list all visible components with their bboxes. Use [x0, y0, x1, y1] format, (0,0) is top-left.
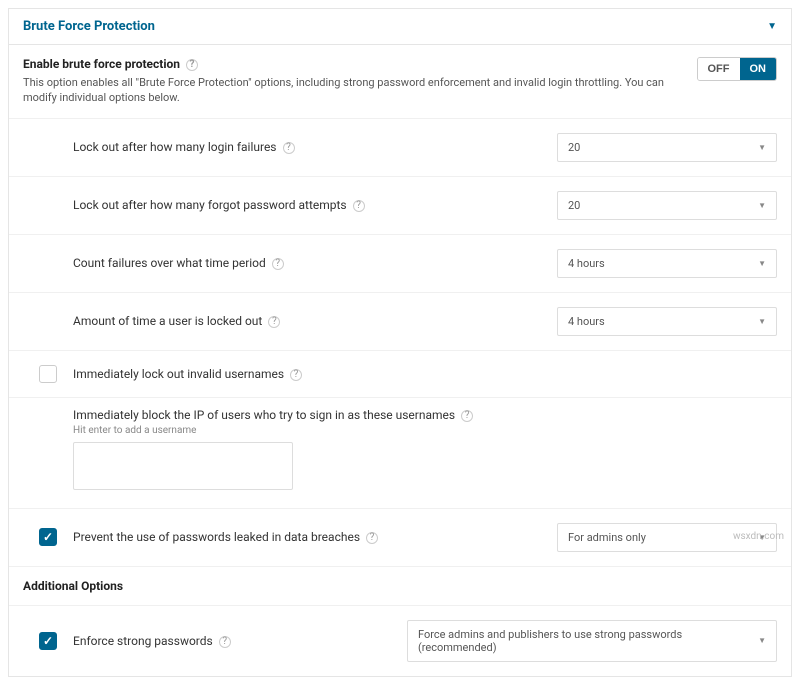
additional-options-header: Additional Options [9, 567, 791, 606]
select-value: 4 hours [568, 315, 605, 328]
enforce-strong-row: Enforce strong passwords ? Force admins … [9, 606, 791, 676]
lockout-forgot-label: Lock out after how many forgot password … [73, 198, 557, 212]
select-value: 20 [568, 199, 580, 212]
help-icon[interactable]: ? [219, 636, 231, 648]
toggle-on-button[interactable]: ON [740, 58, 777, 80]
help-icon[interactable]: ? [268, 316, 280, 328]
toggle-off-button[interactable]: OFF [698, 58, 740, 80]
lockout-failures-select[interactable]: 20 ▼ [557, 133, 777, 162]
enable-desc-text: This option enables all "Brute Force Pro… [23, 75, 685, 106]
help-icon[interactable]: ? [290, 369, 302, 381]
lockout-time-row: Amount of time a user is locked out ? 4 … [9, 293, 791, 351]
enforce-strong-control: Force admins and publishers to use stron… [407, 620, 777, 662]
select-value: For admins only [568, 531, 646, 544]
caret-down-icon: ▼ [758, 201, 766, 210]
select-value: 20 [568, 141, 580, 154]
panel-body: Enable brute force protection ? This opt… [9, 45, 791, 676]
help-icon[interactable]: ? [283, 142, 295, 154]
label-text: Immediately block the IP of users who tr… [73, 408, 455, 422]
count-period-control: 4 hours ▼ [557, 249, 777, 278]
label-text: Lock out after how many forgot password … [73, 198, 347, 212]
enable-toggle[interactable]: OFF ON [697, 57, 778, 81]
lockout-failures-label: Lock out after how many login failures ? [73, 140, 557, 154]
label-text: Enforce strong passwords [73, 634, 213, 648]
help-icon[interactable]: ? [366, 532, 378, 544]
label-text: Immediately lock out invalid usernames [73, 367, 284, 381]
lockout-time-label: Amount of time a user is locked out ? [73, 314, 557, 328]
lock-invalid-checkbox[interactable] [39, 365, 57, 383]
enable-row: Enable brute force protection ? This opt… [9, 45, 791, 119]
count-period-select[interactable]: 4 hours ▼ [557, 249, 777, 278]
caret-down-icon: ▼ [758, 317, 766, 326]
enforce-strong-label: Enforce strong passwords ? [73, 634, 407, 648]
checkbox-col [23, 528, 73, 546]
prevent-leaked-row: Prevent the use of passwords leaked in d… [9, 509, 791, 567]
lock-invalid-label: Immediately lock out invalid usernames ? [73, 367, 557, 381]
chevron-down-icon: ▼ [767, 21, 777, 32]
lock-invalid-row: Immediately lock out invalid usernames ? [9, 351, 791, 398]
checkbox-col [23, 365, 73, 383]
help-icon[interactable]: ? [272, 258, 284, 270]
block-ip-hint: Hit enter to add a username [73, 425, 777, 436]
enforce-strong-checkbox[interactable] [39, 632, 57, 650]
count-period-label: Count failures over what time period ? [73, 256, 557, 270]
enforce-strong-select[interactable]: Force admins and publishers to use stron… [407, 620, 777, 662]
lockout-time-select[interactable]: 4 hours ▼ [557, 307, 777, 336]
prevent-leaked-label: Prevent the use of passwords leaked in d… [73, 530, 557, 544]
select-value: Force admins and publishers to use stron… [418, 628, 758, 654]
caret-down-icon: ▼ [758, 636, 766, 645]
help-icon[interactable]: ? [461, 410, 473, 422]
lockout-failures-control: 20 ▼ [557, 133, 777, 162]
brute-force-panel: Brute Force Protection ▼ Enable brute fo… [8, 8, 792, 677]
help-icon[interactable]: ? [186, 59, 198, 71]
block-ip-input[interactable] [73, 442, 293, 490]
watermark: wsxdn.com [733, 531, 784, 542]
lockout-time-control: 4 hours ▼ [557, 307, 777, 336]
enable-title-text: Enable brute force protection [23, 57, 180, 71]
panel-title: Brute Force Protection [23, 19, 155, 34]
checkbox-col [23, 632, 73, 650]
label-text: Prevent the use of passwords leaked in d… [73, 530, 360, 544]
block-ip-row: Immediately block the IP of users who tr… [9, 398, 791, 509]
label-text: Count failures over what time period [73, 256, 266, 270]
lockout-forgot-row: Lock out after how many forgot password … [9, 177, 791, 235]
count-period-row: Count failures over what time period ? 4… [9, 235, 791, 293]
lockout-forgot-select[interactable]: 20 ▼ [557, 191, 777, 220]
enable-title: Enable brute force protection ? [23, 57, 685, 71]
lockout-forgot-control: 20 ▼ [557, 191, 777, 220]
prevent-leaked-checkbox[interactable] [39, 528, 57, 546]
caret-down-icon: ▼ [758, 143, 766, 152]
label-text: Lock out after how many login failures [73, 140, 277, 154]
select-value: 4 hours [568, 257, 605, 270]
label-text: Amount of time a user is locked out [73, 314, 262, 328]
enable-description: Enable brute force protection ? This opt… [23, 57, 697, 106]
panel-header[interactable]: Brute Force Protection ▼ [9, 9, 791, 45]
caret-down-icon: ▼ [758, 259, 766, 268]
lockout-failures-row: Lock out after how many login failures ?… [9, 119, 791, 177]
help-icon[interactable]: ? [353, 200, 365, 212]
block-ip-label: Immediately block the IP of users who tr… [73, 408, 777, 422]
